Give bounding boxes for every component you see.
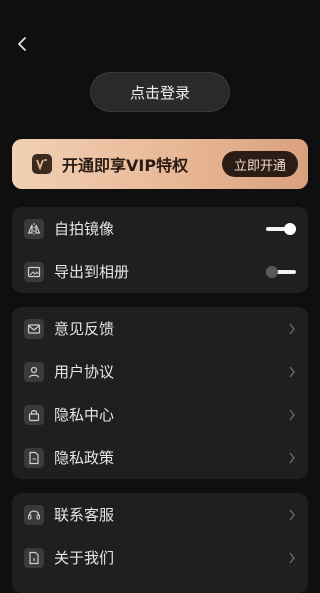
chevron-right-icon: [289, 366, 295, 377]
setting-label: 隐私政策: [54, 449, 115, 467]
setting-label: 隐私中心: [54, 406, 115, 424]
chevron-right-icon: [289, 552, 295, 563]
vip-icon: [32, 154, 52, 174]
image-icon: [24, 261, 44, 282]
vip-title: 开通即享VIP特权: [62, 156, 189, 175]
headset-icon: [24, 504, 44, 525]
setting-user-agreement[interactable]: 用户协议: [24, 350, 296, 393]
setting-feedback[interactable]: 意见反馈: [24, 307, 296, 350]
settings-group-support: 联系客服 关于我们: [12, 493, 308, 593]
chevron-right-icon: [289, 452, 295, 463]
setting-selfie-mirror[interactable]: 自拍镜像: [24, 207, 296, 250]
back-button[interactable]: [12, 34, 32, 54]
chevron-right-icon: [289, 323, 295, 334]
document-icon: [24, 447, 44, 468]
mirror-icon: [24, 218, 44, 239]
setting-export-to-album[interactable]: 导出到相册: [24, 250, 296, 293]
chevron-right-icon: [289, 509, 295, 520]
vip-banner[interactable]: 开通即享VIP特权 立即开通: [12, 139, 308, 189]
export-to-album-toggle[interactable]: [266, 265, 296, 279]
setting-label: 关于我们: [54, 549, 115, 567]
setting-privacy-policy[interactable]: 隐私政策: [24, 436, 296, 479]
user-icon: [24, 361, 44, 382]
setting-label: 导出到相册: [54, 263, 130, 281]
settings-group-camera: 自拍镜像 导出到相册: [12, 207, 308, 293]
setting-contact-support[interactable]: 联系客服: [24, 493, 296, 536]
setting-label: 自拍镜像: [54, 220, 115, 238]
setting-label: 意见反馈: [54, 320, 115, 338]
selfie-mirror-toggle[interactable]: [266, 222, 296, 236]
setting-label: 用户协议: [54, 363, 115, 381]
lock-icon: [24, 404, 44, 425]
setting-label: 联系客服: [54, 506, 115, 524]
chevron-right-icon: [289, 409, 295, 420]
vip-open-button[interactable]: 立即开通: [221, 151, 298, 177]
setting-privacy-center[interactable]: 隐私中心: [24, 393, 296, 436]
mail-icon: [24, 318, 44, 339]
chevron-left-icon: [18, 37, 26, 51]
settings-group-legal: 意见反馈 用户协议 隐私中心 隐私政策: [12, 307, 308, 479]
login-button[interactable]: 点击登录: [90, 72, 230, 112]
setting-about-us[interactable]: 关于我们: [24, 536, 296, 579]
info-document-icon: [24, 547, 44, 568]
